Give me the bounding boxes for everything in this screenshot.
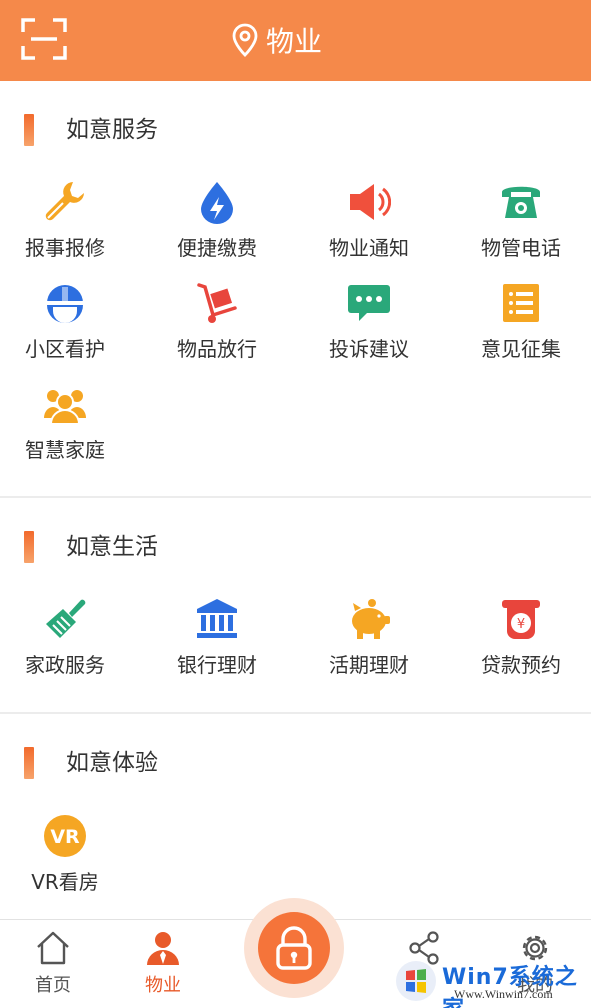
item-label: 家政服务 [25, 653, 105, 677]
item-label: 银行理财 [177, 653, 257, 677]
section-accent-bar [24, 114, 34, 146]
item-label: 小区看护 [25, 337, 105, 361]
item-label: VR看房 [31, 870, 99, 894]
section-ruyi-life: 如意生活 家政服务 银行理财 活期理财 ¥ 贷款预约 [0, 531, 591, 711]
item-label: 意见征集 [481, 337, 561, 361]
experience-item-vr[interactable]: VR VR看房 [10, 814, 120, 910]
scan-icon[interactable] [21, 18, 67, 60]
service-item-complaint[interactable]: 投诉建议 [314, 281, 424, 377]
item-label: 物品放行 [177, 337, 257, 361]
life-item-demand-finance[interactable]: 活期理财 [314, 597, 424, 693]
item-label: 贷款预约 [481, 653, 561, 677]
item-label: 投诉建议 [329, 337, 409, 361]
section-title: 如意服务 [66, 117, 158, 143]
section-ruyi-service: 如意服务 报事报修 便捷缴费 物业通知 物管电话 小区看护 物品放行 投诉建议 … [0, 114, 591, 496]
item-label: 物管电话 [481, 236, 561, 260]
bank-icon [197, 599, 237, 638]
broom-icon [46, 599, 86, 638]
telephone-icon [502, 186, 540, 218]
section-header: 如意生活 [0, 531, 591, 571]
user-tie-icon [147, 932, 179, 965]
family-icon [44, 390, 86, 425]
tab-label: 首页 [35, 975, 71, 996]
service-item-smart-home[interactable]: 智慧家庭 [10, 382, 120, 478]
wrench-icon [45, 182, 84, 221]
money-bag-icon: ¥ [502, 600, 540, 639]
service-item-opinion[interactable]: 意见征集 [466, 281, 576, 377]
item-label: 物业通知 [329, 236, 409, 260]
tab-property[interactable]: 物业 [113, 920, 213, 1008]
page-title-group: 物业 [232, 20, 322, 60]
tab-home[interactable]: 首页 [3, 920, 103, 1008]
section-header: 如意服务 [0, 114, 591, 154]
guard-helmet-icon [46, 285, 84, 323]
item-label: 智慧家庭 [25, 438, 105, 462]
service-item-phone[interactable]: 物管电话 [466, 180, 576, 276]
megaphone-icon [350, 184, 391, 220]
section-ruyi-experience: 如意体验 VR VR看房 [0, 747, 591, 917]
life-item-loan[interactable]: ¥ 贷款预约 [466, 597, 576, 693]
lock-icon [276, 926, 312, 970]
section-accent-bar [24, 747, 34, 779]
service-item-payment[interactable]: 便捷缴费 [162, 180, 272, 276]
life-item-housekeeping[interactable]: 家政服务 [10, 597, 120, 693]
chat-bubble-icon [348, 285, 390, 321]
home-icon [37, 931, 69, 965]
section-header: 如意体验 [0, 747, 591, 787]
page-title: 物业 [266, 25, 323, 58]
section-title: 如意体验 [66, 750, 158, 776]
section-divider [0, 712, 591, 714]
service-item-repair[interactable]: 报事报修 [10, 180, 120, 276]
center-lock-button[interactable] [244, 898, 344, 998]
section-title: 如意生活 [66, 534, 158, 560]
service-item-release[interactable]: 物品放行 [162, 281, 272, 377]
section-divider [0, 496, 591, 498]
center-lock-button-inner[interactable] [258, 912, 330, 984]
item-label: 活期理财 [329, 653, 409, 677]
piggy-bank-icon [352, 599, 390, 639]
life-item-bank[interactable]: 银行理财 [162, 597, 272, 693]
vr-badge-text: VR [50, 826, 80, 848]
service-item-guard[interactable]: 小区看护 [10, 281, 120, 377]
location-pin-icon [232, 23, 258, 57]
water-drop-bolt-icon [201, 182, 233, 224]
svg-text:¥: ¥ [517, 617, 525, 632]
tab-label: 物业 [145, 975, 181, 996]
item-label: 报事报修 [25, 236, 105, 260]
item-label: 便捷缴费 [177, 236, 257, 260]
watermark: Win7系统之家 Www.Winwin7.com [392, 955, 591, 1008]
list-icon [503, 284, 539, 322]
windows-logo-icon [396, 961, 436, 1001]
vr-icon: VR [44, 815, 86, 857]
service-item-notice[interactable]: 物业通知 [314, 180, 424, 276]
top-app-bar: 物业 [0, 0, 591, 81]
watermark-url: Www.Winwin7.com [454, 987, 553, 1001]
section-accent-bar [24, 531, 34, 563]
hand-truck-icon [197, 283, 237, 323]
